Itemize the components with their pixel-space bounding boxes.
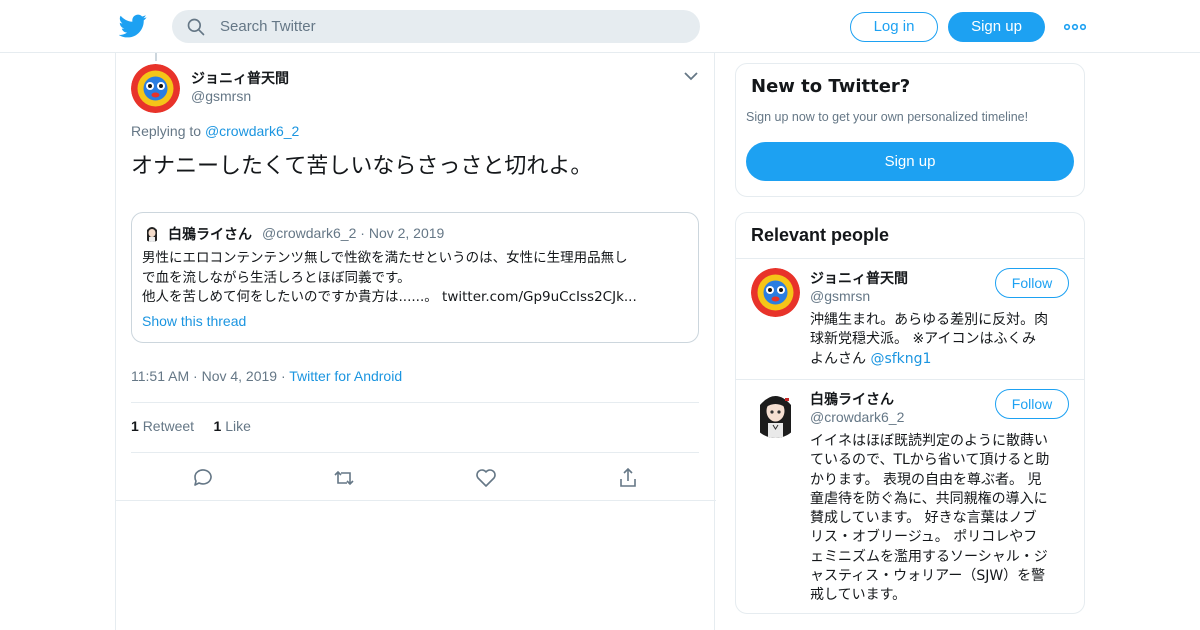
- card-title: Relevant people: [751, 225, 890, 245]
- like-heart-icon[interactable]: [474, 466, 498, 490]
- sun-face-avatar-icon: [751, 268, 800, 317]
- login-button[interactable]: Log in: [850, 12, 938, 42]
- reply-icon[interactable]: [191, 466, 215, 490]
- person-handle[interactable]: @gsmrsn: [810, 288, 870, 304]
- retweet-icon[interactable]: [332, 466, 356, 490]
- person-bio: イイネはほぼ既読判定のように散蒔い ているので、TLから省いて頂けると助 かりま…: [810, 432, 1072, 606]
- search-input[interactable]: [220, 10, 680, 43]
- person-name[interactable]: ジョニィ普天間: [810, 268, 908, 288]
- tweet-stats: 1 Retweet 1 Like: [131, 418, 251, 434]
- new-to-twitter-card: New to Twitter? Sign up now to get your …: [735, 63, 1085, 197]
- tweet-actions: [116, 466, 716, 490]
- share-icon[interactable]: [616, 466, 640, 490]
- person-handle[interactable]: @crowdark6_2: [810, 409, 904, 425]
- person-bio: 沖縄生まれ。あらゆる差別に反対。肉 球新党穏犬派。 ※アイコンはふくみ よんさん…: [810, 311, 1072, 369]
- sidebar-signup-button[interactable]: Sign up: [746, 142, 1074, 181]
- top-bar: Log in Sign up: [0, 0, 1200, 53]
- bio-line: ャスティス・ウォリアー（SJW）を警: [810, 568, 1046, 585]
- chevron-down-icon[interactable]: [683, 70, 699, 82]
- tweet-meta: 11:51 AM · Nov 4, 2019 · Twitter for And…: [131, 368, 403, 384]
- sun-face-avatar-icon: [131, 64, 180, 113]
- retweet-count: 1: [131, 418, 139, 434]
- replying-to: Replying to @crowdark6_2: [131, 123, 299, 139]
- card-title: New to Twitter?: [751, 76, 911, 97]
- avatar[interactable]: [751, 268, 800, 317]
- more-options-icon[interactable]: [1064, 18, 1086, 36]
- signup-button[interactable]: Sign up: [948, 12, 1045, 42]
- person-name[interactable]: 白鴉ライさん: [810, 389, 894, 409]
- thread-connector: [155, 53, 157, 61]
- bio-line: かります。 表現の自由を尊ぶ者。 児: [810, 471, 1042, 488]
- bio-line-text: よんさん: [810, 350, 866, 367]
- bio-line: 球新党穏犬派。 ※アイコンはふくみ: [810, 331, 1037, 348]
- twitter-bird-icon[interactable]: [119, 12, 147, 40]
- divider: [736, 258, 1084, 259]
- bio-line: よんさん @sfkng1: [810, 350, 1072, 369]
- anime-girl-avatar-icon: [751, 389, 800, 438]
- bio-line: ェミニズムを濫用するソーシャル・ジ: [810, 548, 1048, 565]
- search-box[interactable]: [172, 10, 700, 43]
- bio-line: リス・オブリージュ。 ポリコレやフ: [810, 529, 1038, 546]
- like-count: 1: [213, 418, 222, 434]
- bio-line: ているので、TLから省いて頂けると助: [810, 452, 1050, 469]
- relevant-people-card: Relevant people ジョニィ普天間 @gsmrsn Follow 沖…: [735, 212, 1085, 614]
- bio-line: イイネはほぼ既読判定のように散蒔い: [810, 433, 1048, 449]
- author-name[interactable]: ジョニィ普天間: [191, 68, 289, 88]
- quoted-tweet[interactable]: 白鴉ライさん @crowdark6_2 · Nov 2, 2019 男性にエロコ…: [131, 212, 699, 343]
- quoted-avatar: [143, 224, 161, 242]
- avatar[interactable]: [131, 64, 180, 113]
- tweet-time: 11:51 AM: [131, 368, 190, 384]
- quoted-date: Nov 2, 2019: [368, 225, 445, 241]
- like-label[interactable]: Like: [225, 418, 251, 434]
- follow-button[interactable]: Follow: [995, 268, 1069, 298]
- divider: [131, 402, 699, 403]
- divider: [736, 379, 1084, 380]
- bio-line: 沖縄生まれ。あらゆる差別に反対。肉: [810, 312, 1049, 328]
- quoted-author-name: 白鴉ライさん: [168, 227, 252, 243]
- search-icon: [187, 18, 205, 36]
- bio-mention-link[interactable]: @sfkng1: [870, 351, 931, 367]
- quoted-text-line: 他人を苦しめて何をしたいのですか貴方は......。 twitter.com/G…: [142, 289, 637, 305]
- show-thread-link[interactable]: Show this thread: [142, 313, 246, 329]
- bio-line: 童虐待を防ぐ為に、共同親権の導入に: [810, 490, 1048, 507]
- avatar[interactable]: [751, 389, 800, 438]
- quoted-text: 男性にエロコンテンテンツ無しで性欲を満たせというのは、女性に生理用品無し で血を…: [142, 249, 690, 308]
- quoted-text-line: で血を流しながら生活しろとほぼ同義です。: [142, 269, 411, 286]
- replying-to-link[interactable]: @crowdark6_2: [205, 123, 299, 139]
- card-subtitle: Sign up now to get your own personalized…: [746, 110, 1029, 124]
- author-handle[interactable]: @gsmrsn: [191, 88, 251, 104]
- replying-prefix: Replying to: [131, 123, 202, 139]
- retweet-label[interactable]: Retweet: [143, 418, 194, 434]
- tweet-source-link[interactable]: Twitter for Android: [289, 368, 402, 384]
- tweet-date: Nov 4, 2019: [201, 368, 278, 384]
- divider: [131, 452, 699, 453]
- follow-button[interactable]: Follow: [995, 389, 1069, 419]
- bio-line: 賛成しています。 好きな言葉はノブ: [810, 510, 1037, 527]
- quoted-handle-date: @crowdark6_2 · Nov 2, 2019: [262, 225, 445, 241]
- tweet-detail: ジョニィ普天間 @gsmrsn Replying to @crowdark6_2…: [115, 53, 716, 630]
- anime-girl-avatar-icon: [143, 224, 161, 242]
- divider: [116, 500, 716, 501]
- tweet-text: オナニーしたくて苦しいならさっさと切れよ。: [131, 154, 593, 179]
- quoted-text-line: 男性にエロコンテンテンツ無しで性欲を満たせというのは、女性に生理用品無し: [142, 250, 628, 266]
- bio-line: 戒しています。: [810, 587, 907, 604]
- quoted-author-handle: @crowdark6_2: [262, 225, 357, 241]
